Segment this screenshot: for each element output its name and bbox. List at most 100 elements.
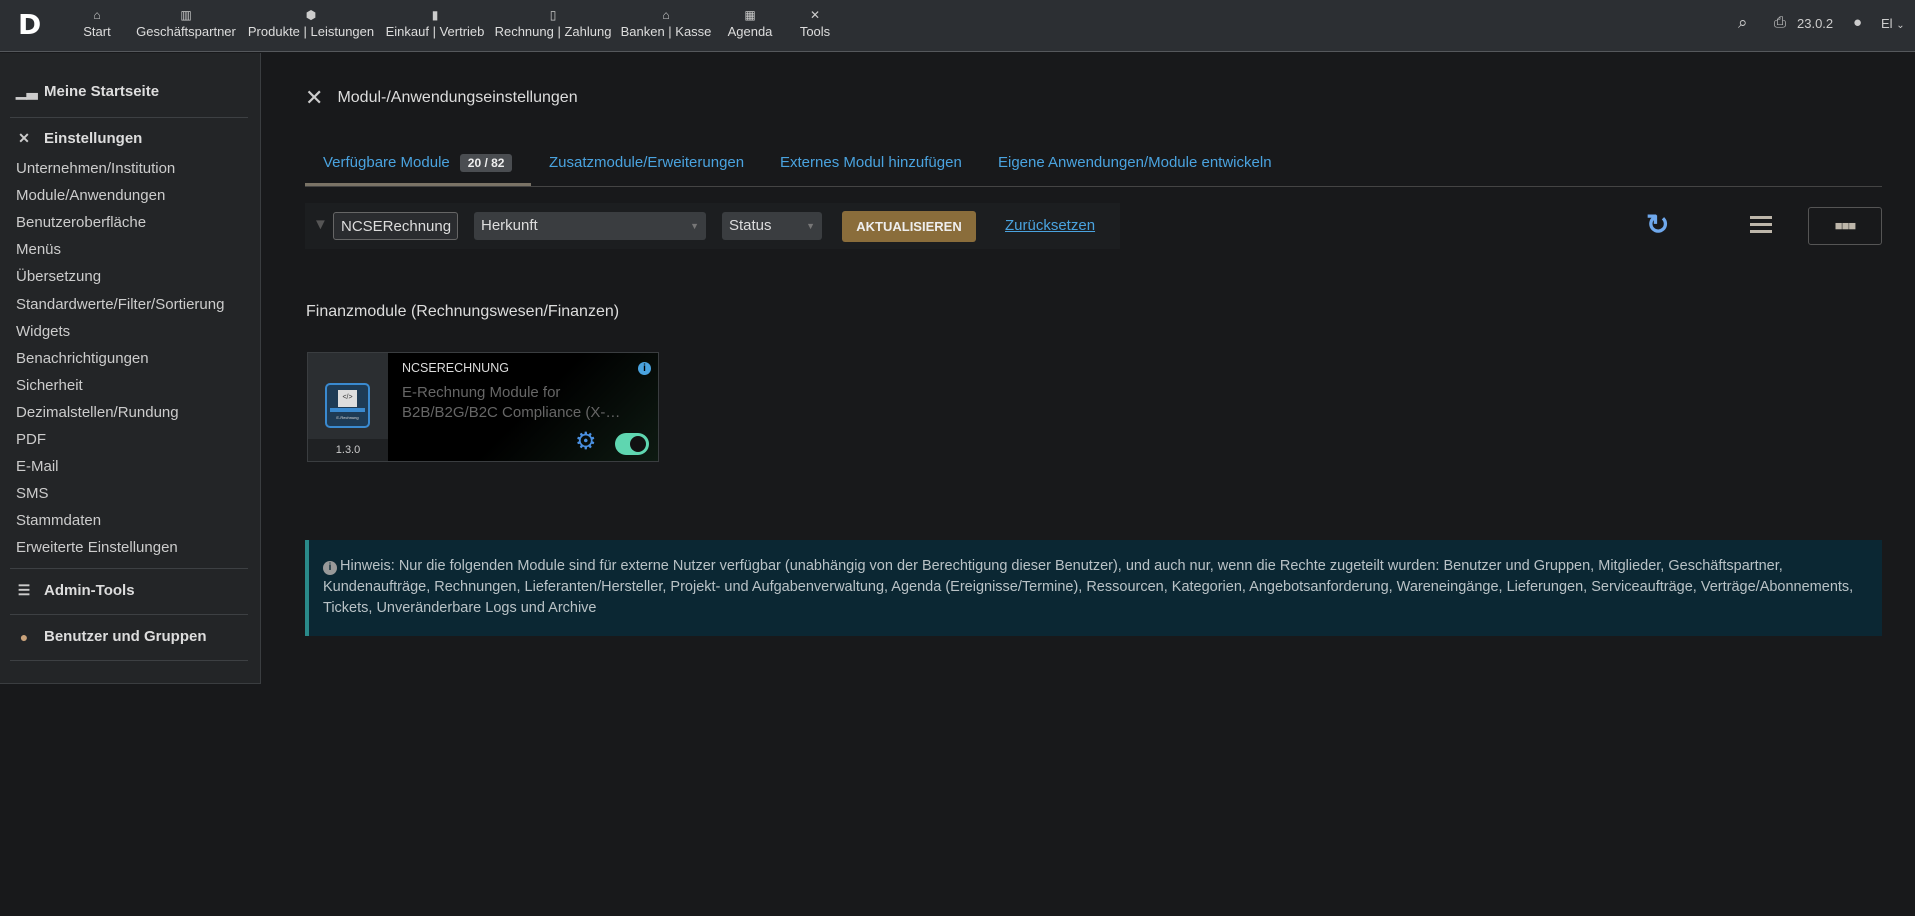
origin-select[interactable]: Herkunft ▼ xyxy=(474,212,706,240)
sidebar-admin-tools[interactable]: ☰ Admin-Tools xyxy=(16,582,135,599)
tab-externes-modul[interactable]: Externes Modul hinzufügen xyxy=(780,154,962,171)
sidebar-users-label: Benutzer und Gruppen xyxy=(44,628,207,645)
divider xyxy=(10,660,248,661)
sidebar-item[interactable]: Module/Anwendungen xyxy=(16,187,165,204)
code-icon: </> xyxy=(338,390,357,407)
list-view-icon[interactable] xyxy=(1750,216,1772,233)
nav-label: Start xyxy=(83,24,111,39)
invoice-icon: ▯ xyxy=(549,8,557,22)
info-circle-icon: i xyxy=(323,561,337,575)
sidebar-item[interactable]: Sicherheit xyxy=(16,377,83,394)
nav-label: Agenda xyxy=(727,24,773,39)
sidebar-settings-label: Einstellungen xyxy=(44,130,143,147)
origin-value: Herkunft xyxy=(481,217,538,234)
sidebar-item[interactable]: E-Mail xyxy=(16,458,59,475)
reset-link[interactable]: Zurücksetzen xyxy=(1005,217,1095,234)
user-icon: ● xyxy=(19,628,29,645)
module-name: NCSERECHNUNG xyxy=(402,361,509,375)
sidebar-item[interactable]: Menüs xyxy=(16,241,61,258)
count-badge: 20 / 82 xyxy=(459,154,513,172)
tab-bar: Verfügbare Module 20 / 82 Zusatzmodule/Er… xyxy=(305,150,1882,187)
sidebar-item[interactable]: Benutzeroberfläche xyxy=(16,214,146,231)
info-icon[interactable]: i xyxy=(638,362,651,375)
nav-agenda[interactable]: ▦ Agenda xyxy=(728,6,773,39)
search-input[interactable]: NCSERechnung xyxy=(333,212,458,240)
module-logo-panel: </> E-Rechnung 1.3.0 xyxy=(308,353,388,461)
tab-verfuegbare-module[interactable]: Verfügbare Module 20 / 82 xyxy=(323,154,513,172)
tab-zusatzmodule[interactable]: Zusatzmodule/Erweiterungen xyxy=(549,154,744,171)
bank-icon: ⌂ xyxy=(662,8,670,22)
sidebar-item[interactable]: Dezimalstellen/Rundung xyxy=(16,404,179,421)
nav-banken[interactable]: ⌂ Banken | Kasse xyxy=(621,6,712,39)
section-heading: Finanzmodule (Rechnungswesen/Finanzen) xyxy=(306,303,620,320)
sidebar: ▁▃ Meine Startseite ✕ Einstellungen Untern… xyxy=(0,53,261,684)
enable-toggle[interactable] xyxy=(615,433,649,455)
nav-label: Banken | Kasse xyxy=(620,24,712,39)
sidebar-item[interactable]: Benachrichtigungen xyxy=(16,350,149,367)
tab-eigene-anwendungen[interactable]: Eigene Anwendungen/Module entwickeln xyxy=(998,154,1272,171)
nav-rechnung[interactable]: ▯ Rechnung | Zahlung xyxy=(495,6,612,39)
tab-label: Verfügbare Module xyxy=(323,154,450,171)
toggle-knob xyxy=(630,436,646,452)
nav-label: Rechnung | Zahlung xyxy=(494,24,612,39)
active-tab-indicator xyxy=(305,183,531,186)
sidebar-item[interactable]: Erweiterte Einstellungen xyxy=(16,539,178,556)
user-icon[interactable]: ● xyxy=(1853,14,1862,31)
building-icon: ▥ xyxy=(180,8,192,22)
sidebar-settings[interactable]: ✕ Einstellungen xyxy=(16,130,142,147)
chart-icon: ▁▃ xyxy=(16,83,38,99)
top-nav: D ⌂ Start ▥ Geschäftspartner ⬢ Produkte | L… xyxy=(0,0,1915,52)
briefcase-icon: ▮ xyxy=(431,8,439,22)
user-name: El xyxy=(1881,16,1893,31)
sidebar-item[interactable]: Widgets xyxy=(16,323,70,340)
status-value: Status xyxy=(729,217,772,234)
nav-geschaeftspartner[interactable]: ▥ Geschäftspartner xyxy=(136,6,236,39)
home-icon: ⌂ xyxy=(93,8,101,22)
sidebar-item[interactable]: SMS xyxy=(16,485,49,502)
nav-einkauf[interactable]: ▮ Einkauf | Vertrieb xyxy=(386,6,485,39)
server-icon: ☰ xyxy=(17,582,31,598)
refresh-icon[interactable]: ↻ xyxy=(1646,208,1669,241)
nav-produkte[interactable]: ⬢ Produkte | Leistungen xyxy=(248,6,374,39)
nav-label: Tools xyxy=(799,24,831,39)
app-logo[interactable]: D xyxy=(18,11,44,39)
divider xyxy=(10,117,248,118)
nav-tools[interactable]: ✕ Tools xyxy=(800,6,830,39)
sidebar-item[interactable]: PDF xyxy=(16,431,46,448)
search-icon[interactable]: ⌕ xyxy=(1738,13,1748,33)
cube-icon: ⬢ xyxy=(305,8,317,22)
chevron-down-icon: ⌄ xyxy=(1896,20,1905,31)
grid-icon: ■■■ xyxy=(1834,218,1857,233)
sidebar-home[interactable]: ▁▃ Meine Startseite xyxy=(16,83,159,100)
printer-icon[interactable]: ⎙ xyxy=(1774,14,1786,31)
module-card[interactable]: </> E-Rechnung 1.3.0 NCSERECHNUNG i E-Re… xyxy=(307,352,659,462)
logo-text: E-Rechnung xyxy=(336,415,359,420)
tools-icon: ✕ xyxy=(809,8,821,22)
user-menu[interactable]: El ⌄ xyxy=(1881,16,1905,31)
dropdown-arrow-icon: ▼ xyxy=(690,221,699,231)
sidebar-item[interactable]: Unternehmen/Institution xyxy=(16,160,175,177)
nav-start[interactable]: ⌂ Start xyxy=(83,6,110,39)
module-version: 1.3.0 xyxy=(308,439,388,461)
nav-label: Einkauf | Vertrieb xyxy=(385,24,485,39)
sidebar-users-groups[interactable]: ● Benutzer und Gruppen xyxy=(16,628,207,645)
update-button[interactable]: AKTUALISIEREN xyxy=(842,211,976,242)
hint-text: Hinweis: Nur die folgenden Module sind f… xyxy=(323,558,1854,616)
sidebar-item[interactable]: Stammdaten xyxy=(16,512,101,529)
grid-view-button[interactable]: ■■■ xyxy=(1808,207,1882,245)
divider xyxy=(10,568,248,569)
dropdown-arrow-icon: ▼ xyxy=(806,221,815,231)
sidebar-item[interactable]: Übersetzung xyxy=(16,268,101,285)
tools-icon: ✕ xyxy=(305,85,324,110)
status-select[interactable]: Status ▼ xyxy=(722,212,822,240)
hint-box: i Hinweis: Nur die folgenden Module sind … xyxy=(305,540,1882,636)
sidebar-admin-label: Admin-Tools xyxy=(44,582,135,599)
gear-icon[interactable]: ⚙ xyxy=(575,430,597,454)
module-logo: </> E-Rechnung xyxy=(325,383,370,428)
sidebar-home-label: Meine Startseite xyxy=(44,83,160,100)
sidebar-item[interactable]: Standardwerte/Filter/Sortierung xyxy=(16,296,224,313)
module-description: E-Rechnung Module for B2B/B2G/B2C Compli… xyxy=(402,384,621,421)
divider xyxy=(10,614,248,615)
nav-label: Geschäftspartner xyxy=(136,24,236,39)
page-title-text: Modul-/Anwendungseinstellungen xyxy=(337,89,578,106)
